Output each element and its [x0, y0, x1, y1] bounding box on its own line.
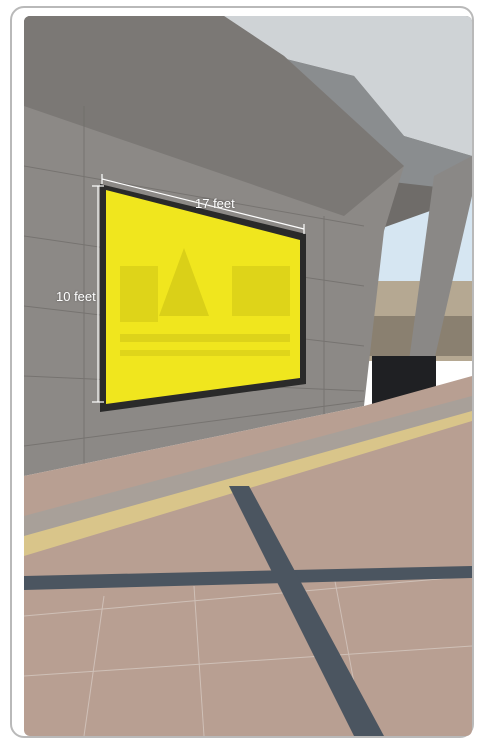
- height-dimension-label: 10 feet: [56, 289, 96, 304]
- photo: [24, 16, 472, 736]
- width-dimension-label: 17 feet: [195, 196, 235, 211]
